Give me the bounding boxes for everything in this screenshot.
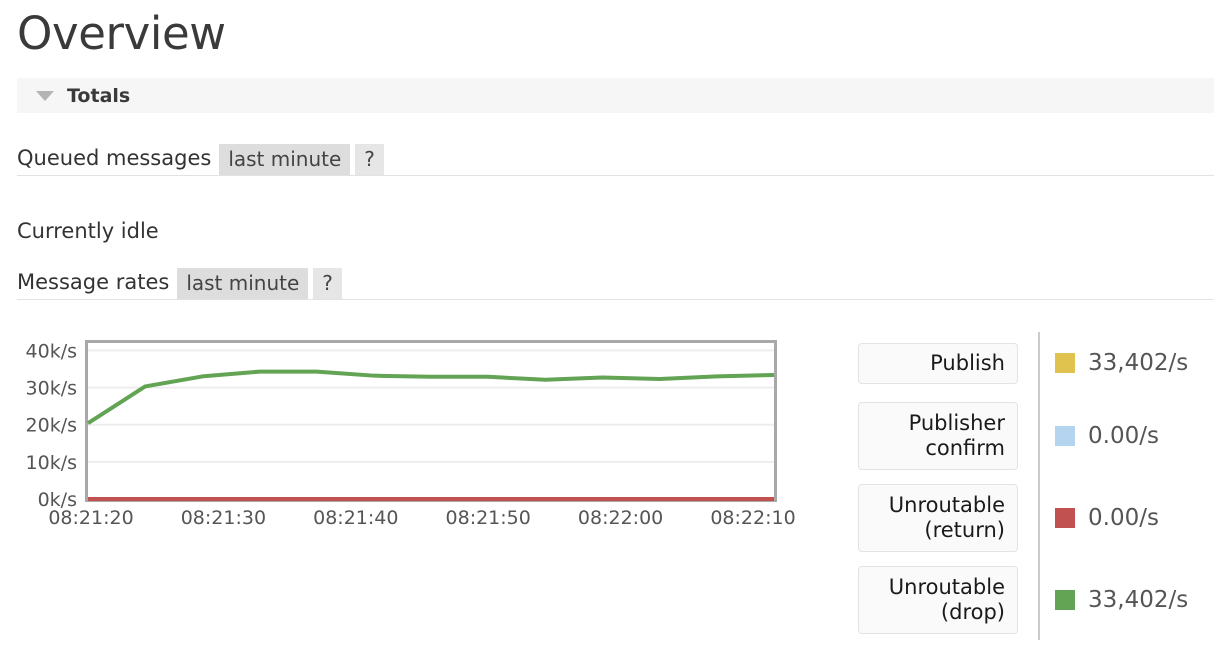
triangle-down-icon[interactable]: [36, 90, 54, 101]
legend-row: Publisher confirm 0.00/s: [858, 402, 1214, 470]
legend-button-label: (return): [924, 518, 1005, 542]
totals-section-header[interactable]: Totals: [17, 78, 1214, 113]
legend-button-label: Unroutable: [888, 575, 1005, 599]
message-rates-row: Message rates last minute ?: [17, 268, 1214, 300]
tab-last-minute-rates[interactable]: last minute: [177, 268, 309, 299]
tab-last-minute-queued[interactable]: last minute: [219, 144, 351, 175]
legend-color-swatch: [1055, 508, 1075, 528]
legend-button-label: confirm: [925, 436, 1005, 460]
message-rates-tabs: last minute ?: [177, 268, 342, 299]
message-rates-label: Message rates: [17, 270, 170, 294]
queued-messages-status: Currently idle: [17, 219, 159, 243]
legend-value: 33,402/s: [1088, 350, 1189, 376]
message-rates-chart-svg: 0k/s10k/s20k/s30k/s40k/s08:21:20 08:21:30…: [26, 340, 796, 529]
legend-row: Publish 33,402/s: [858, 338, 1214, 388]
legend-value-group: 33,402/s: [1055, 587, 1188, 613]
legend-color-swatch: [1055, 590, 1075, 610]
overview-page: Overview Totals Queued messages last min…: [0, 0, 1214, 650]
legend-button-label: Unroutable: [888, 493, 1005, 517]
legend-row: Unroutable (return) 0.00/s: [858, 484, 1214, 552]
legend-value-group: 0.00/s: [1055, 423, 1159, 449]
y-axis-tick-label: 20k/s: [26, 415, 77, 437]
legend-value-group: 33,402/s: [1055, 350, 1188, 376]
legend-button[interactable]: Unroutable (return): [858, 484, 1018, 552]
queued-messages-label: Queued messages: [17, 146, 212, 170]
legend-button-label: Publish: [930, 350, 1005, 375]
message-rates-chart: 0k/s 10k/s 20k/s 30k/s 40k/s 08:21:20 08:21:30…: [0, 330, 800, 530]
plot-background: [85, 340, 777, 502]
legend-button[interactable]: Publish: [858, 342, 1018, 384]
legend-value: 33,402/s: [1088, 587, 1189, 613]
x-axis-tick-label: 08:21:20: [48, 507, 133, 529]
x-axis-tick-label: 08:21:30: [181, 507, 266, 529]
queued-messages-tabs: last minute ?: [219, 144, 384, 175]
legend-value: 0.00/s: [1088, 505, 1159, 531]
x-axis-tick-label: 08:22:00: [578, 507, 663, 529]
queued-messages-row: Queued messages last minute ?: [17, 144, 1214, 176]
y-axis-tick-label: 40k/s: [26, 340, 77, 362]
section-title: Totals: [67, 84, 131, 107]
legend-button-label: (drop): [940, 600, 1005, 624]
legend-button[interactable]: Publisher confirm: [858, 402, 1018, 470]
tab-help-rates[interactable]: ?: [313, 268, 342, 299]
legend-color-swatch: [1055, 426, 1075, 446]
legend-value-group: 0.00/s: [1055, 505, 1159, 531]
chart-legend: Publish 33,402/s Publisher confirm 0.00/s Unr…: [858, 338, 1214, 648]
legend-value: 0.00/s: [1088, 423, 1159, 449]
legend-button-label: Publisher: [908, 411, 1005, 435]
y-axis-tick-label: 30k/s: [26, 378, 77, 400]
page-title: Overview: [17, 7, 226, 60]
legend-color-swatch: [1055, 353, 1075, 373]
y-axis-tick-label: 10k/s: [26, 452, 77, 474]
x-axis-tick-label: 08:21:50: [446, 507, 531, 529]
tab-help-queued[interactable]: ?: [355, 144, 384, 175]
legend-row: Unroutable (drop) 33,402/s: [858, 566, 1214, 634]
x-axis-tick-label: 08:21:40: [313, 507, 398, 529]
legend-button[interactable]: Unroutable (drop): [858, 566, 1018, 634]
x-axis-tick-label: 08:22:10: [710, 507, 795, 529]
